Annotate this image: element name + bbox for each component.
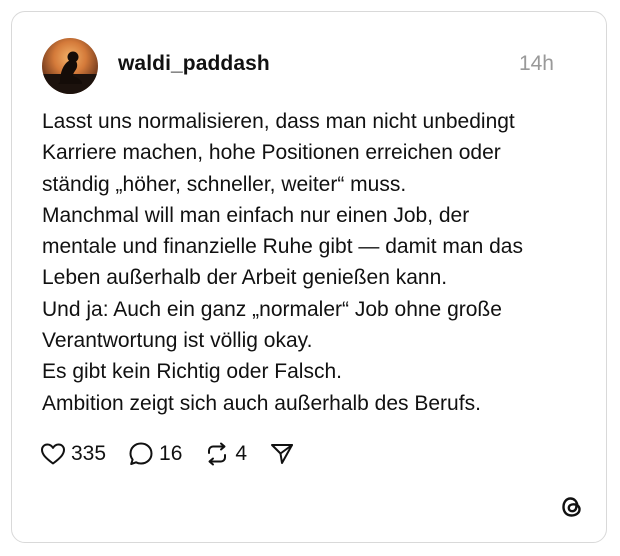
avatar-image [42, 51, 98, 94]
share-button[interactable] [269, 441, 295, 467]
post-line: Lasst uns normalisieren, dass man nicht … [42, 110, 515, 133]
post-body: Lasst uns normalisieren, dass man nicht … [42, 106, 582, 419]
post-line: Ambition zeigt sich auch außerhalb des B… [42, 391, 481, 415]
post-card: waldi_paddash 14h Lasst uns normalisiere… [11, 11, 607, 543]
post-line: Es gibt kein Richtig oder Falsch. [42, 360, 342, 384]
threads-logo-icon [558, 493, 586, 521]
repost-button[interactable]: 4 [204, 441, 247, 467]
send-icon [269, 441, 295, 467]
post-line: Karriere machen, hohe Positionen erreich… [42, 141, 501, 165]
post-line: mentale und finanzielle Ruhe gibt — dami… [42, 235, 523, 259]
repost-count: 4 [235, 442, 248, 465]
username[interactable]: waldi_paddash [118, 52, 270, 76]
post-line: Und ja: Auch ein ganz „normaler“ Job ohn… [42, 297, 502, 321]
action-bar: 335 16 4 [40, 440, 317, 468]
post-line: ständig „höher, schneller, weiter“ muss. [42, 172, 407, 196]
post-line: Verantwortung ist völlig okay. [42, 329, 313, 353]
heart-icon [40, 442, 66, 466]
post-timestamp: 14h [518, 52, 554, 75]
comment-count: 16 [159, 442, 183, 465]
comment-button[interactable]: 16 [128, 441, 182, 467]
post-line: Manchmal will man einfach nur einen Job,… [42, 203, 470, 227]
like-button[interactable]: 335 [40, 442, 106, 466]
repost-icon [204, 441, 230, 467]
post-line: Leben außerhalb der Arbeit genießen kann… [42, 266, 448, 290]
comment-bubble-icon [128, 441, 154, 467]
like-count: 335 [71, 442, 107, 465]
avatar[interactable] [42, 38, 98, 94]
